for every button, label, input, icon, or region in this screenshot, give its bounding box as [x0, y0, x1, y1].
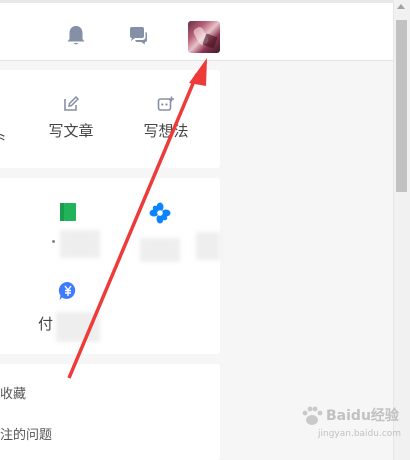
watermark-paw-icon — [302, 406, 323, 425]
avatar[interactable] — [188, 21, 220, 53]
flower-icon[interactable] — [149, 202, 171, 224]
apps-card — [0, 178, 220, 354]
write-idea-label: 写想法 — [143, 122, 189, 140]
scrollbar-thumb[interactable] — [396, 20, 407, 192]
yuan-coin-icon[interactable] — [58, 281, 78, 301]
blurred-label — [60, 230, 100, 258]
watermark-text: Baidu经验 — [326, 408, 399, 424]
decorative-dot — [52, 240, 55, 243]
following-questions-link[interactable]: 注的问题 — [0, 424, 52, 443]
scroll-up-arrow-icon[interactable] — [397, 4, 405, 9]
edit-pencil-icon — [64, 96, 79, 111]
top-navbar — [0, 3, 393, 61]
blurred-label — [56, 312, 100, 342]
book-icon[interactable] — [60, 203, 76, 221]
chat-bubbles-icon[interactable] — [127, 25, 149, 47]
blurred-label — [140, 238, 180, 262]
write-article-label: 写文章 — [48, 122, 94, 140]
links-card — [0, 364, 220, 460]
app-label-partial: 付 — [38, 315, 54, 333]
write-article-button[interactable]: 写文章 — [45, 96, 97, 141]
idea-plus-icon — [157, 96, 174, 111]
write-card-cut-off-label: ⺀ — [0, 130, 10, 148]
blurred-label — [196, 232, 220, 260]
watermark-subtext: jingyan.baidu.com — [318, 429, 402, 439]
write-idea-button[interactable]: 写想法 — [140, 96, 192, 141]
favorites-link[interactable]: 收藏 — [0, 383, 26, 402]
bell-icon[interactable] — [66, 25, 86, 47]
